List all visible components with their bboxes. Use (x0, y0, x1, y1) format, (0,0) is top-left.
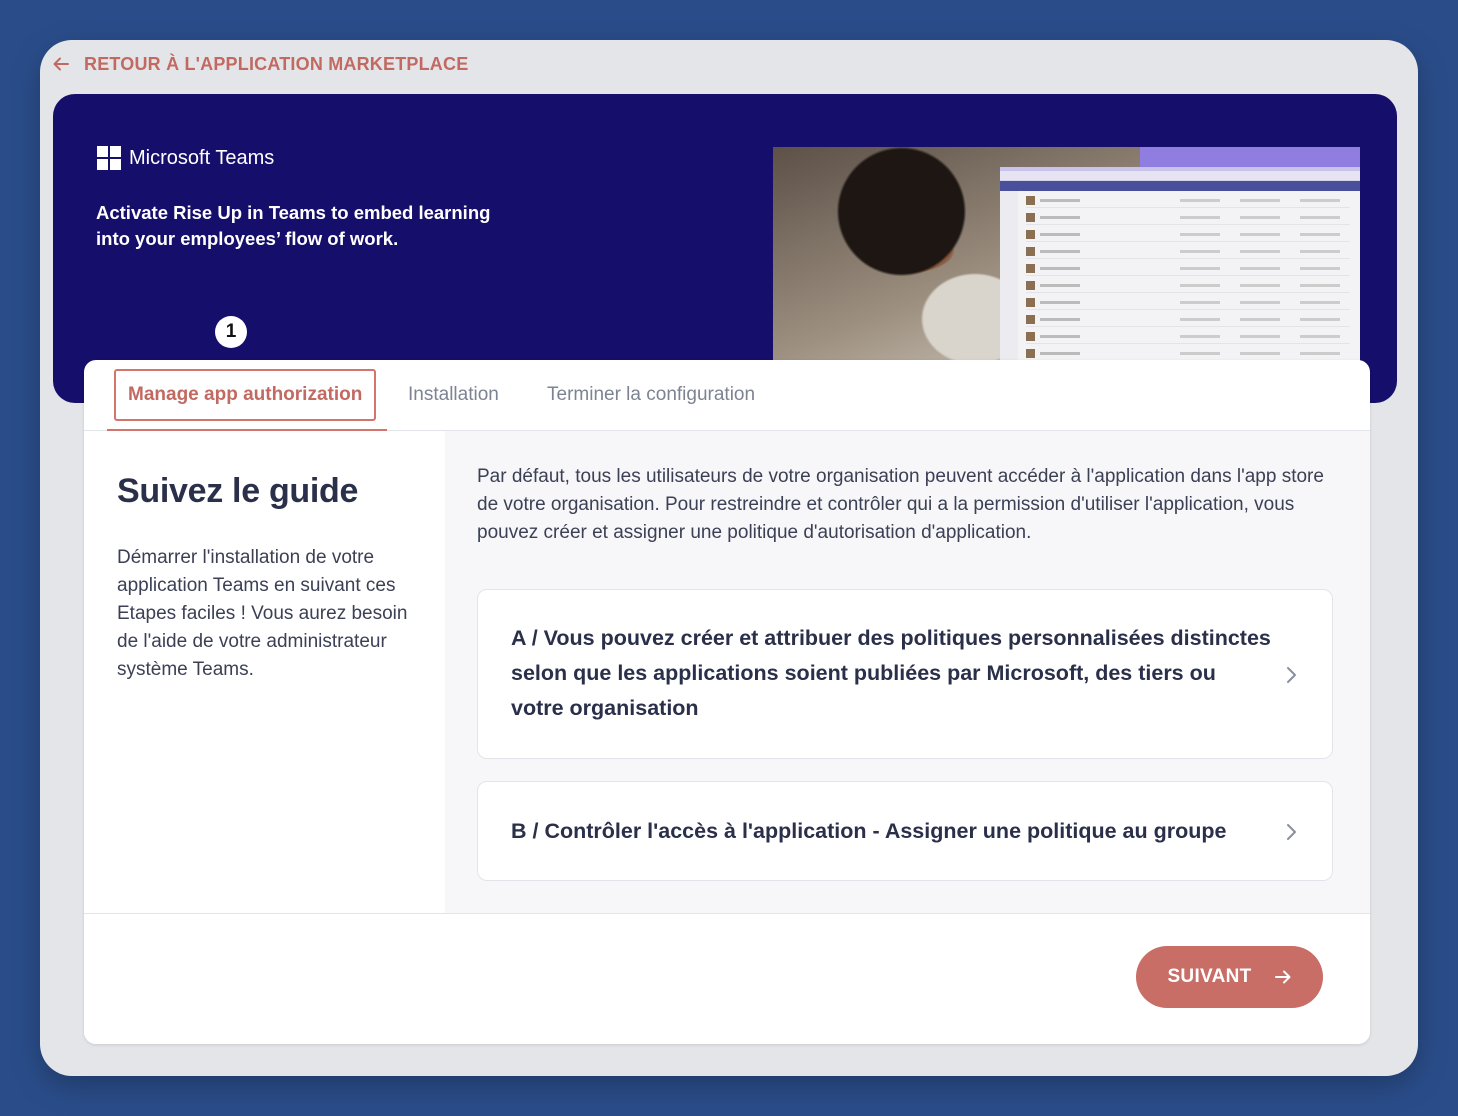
app-window: RETOUR À L'APPLICATION MARKETPLACE Micro… (40, 40, 1418, 1076)
illustration-accent (1140, 147, 1360, 167)
back-to-marketplace-link[interactable]: RETOUR À L'APPLICATION MARKETPLACE (52, 52, 468, 76)
banner-illustration (773, 147, 1360, 362)
chevron-right-icon (1287, 824, 1296, 840)
banner-tagline: Activate Rise Up in Teams to embed learn… (96, 202, 491, 249)
back-link-label: RETOUR À L'APPLICATION MARKETPLACE (84, 53, 469, 74)
guide-description: Démarrer l'installation de votre applica… (117, 547, 408, 680)
accordion-item-label: A / Vous pouvez créer et attribuer des p… (511, 626, 1271, 720)
card-footer: SUIVANT (84, 913, 1370, 1044)
brand-label: Microsoft Teams (129, 146, 275, 169)
teams-banner: Microsoft Teams Activate Rise Up in Team… (53, 94, 1397, 403)
arrow-right-icon (1274, 970, 1291, 984)
accordion-item-a[interactable]: A / Vous pouvez créer et attribuer des p… (477, 589, 1333, 759)
teams-app-screenshot (1000, 167, 1360, 362)
tab-installation[interactable]: Installation (396, 369, 511, 421)
next-button[interactable]: SUIVANT (1136, 946, 1323, 1008)
intro-text: Par défaut, tous les utilisateurs de vot… (477, 466, 1324, 543)
arrow-left-icon (53, 57, 69, 71)
step-number-badge: 1 (215, 316, 247, 348)
chevron-right-icon (1287, 667, 1296, 683)
tab-manage-app-authorization[interactable]: Manage app authorization (114, 369, 377, 421)
setup-card: Manage app authorization Installation Te… (84, 360, 1370, 1044)
guide-title: Suivez le guide (117, 472, 359, 510)
accordion-item-b[interactable]: B / Contrôler l'accès à l'application - … (477, 781, 1333, 881)
setup-tabs: Manage app authorization Installation Te… (84, 360, 1370, 431)
instructions-panel: Par défaut, tous les utilisateurs de vot… (445, 431, 1370, 913)
next-button-label: SUIVANT (1167, 966, 1252, 987)
microsoft-teams-logo: Microsoft Teams (97, 146, 274, 170)
guide-panel: Suivez le guide Démarrer l'installation … (84, 431, 445, 913)
tab-terminer-configuration[interactable]: Terminer la configuration (535, 369, 767, 421)
windows-logo-icon (97, 146, 121, 170)
accordion-item-label: B / Contrôler l'accès à l'application - … (511, 819, 1227, 843)
